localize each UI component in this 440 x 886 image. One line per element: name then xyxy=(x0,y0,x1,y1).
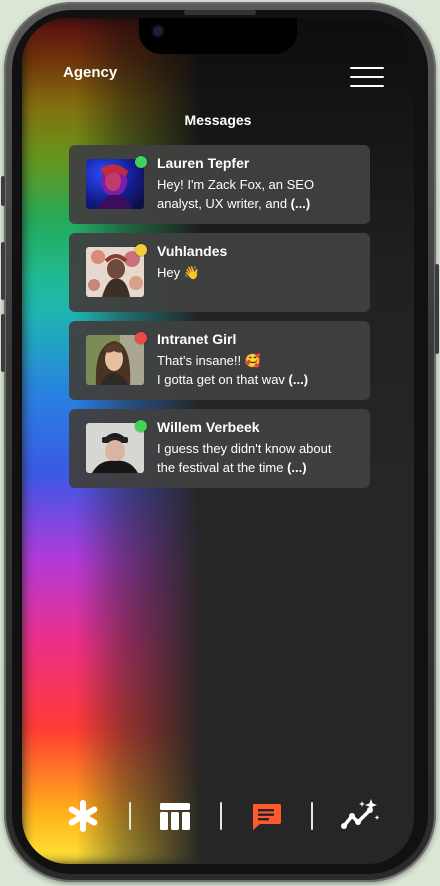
more-indicator: (...) xyxy=(290,196,311,211)
avatar xyxy=(86,159,144,209)
page-title: Messages xyxy=(184,112,252,128)
message-line: That's insane!! 🥰 xyxy=(157,353,261,368)
camera-icon xyxy=(153,26,163,36)
tab-divider xyxy=(220,802,222,830)
message-text: I gotta get on that wav xyxy=(157,372,289,387)
asterisk-icon xyxy=(68,800,98,832)
side-button xyxy=(1,242,5,300)
status-indicator xyxy=(135,244,147,256)
side-button xyxy=(1,176,5,206)
message-line: the festival at the time (...) xyxy=(157,458,362,477)
tab-divider xyxy=(311,802,313,830)
sparkle-chart-icon xyxy=(341,799,380,829)
tab-home[interactable] xyxy=(65,798,101,834)
message-preview: Hey! I'm Zack Fox, an SEO analyst, UX wr… xyxy=(157,175,362,213)
message-card[interactable]: Willem Verbeek I guess they didn't know … xyxy=(69,409,370,488)
message-text: the festival at the time xyxy=(157,460,288,475)
more-indicator: (...) xyxy=(287,460,307,475)
message-card[interactable]: Lauren Tepfer Hey! I'm Zack Fox, an SEO … xyxy=(69,145,370,224)
menu-line xyxy=(350,67,384,69)
message-text: analyst, UX writer, and xyxy=(157,196,291,211)
brand-label[interactable]: Agency xyxy=(63,64,117,81)
app-screen: Agency Messages Lauren Tepfer Hey! I'm Z… xyxy=(22,18,414,864)
side-button xyxy=(435,264,439,354)
message-line: I guess they didn't know about xyxy=(157,441,332,456)
notch xyxy=(139,18,297,54)
message-line: analyst, UX writer, and (...) xyxy=(157,194,362,213)
speaker-grille xyxy=(184,10,256,15)
contact-name: Willem Verbeek xyxy=(157,419,260,435)
status-indicator xyxy=(135,420,147,432)
status-indicator xyxy=(135,156,147,168)
chat-icon xyxy=(253,804,281,830)
avatar xyxy=(86,335,144,385)
contact-name: Lauren Tepfer xyxy=(157,155,250,171)
tab-messages[interactable] xyxy=(248,798,284,834)
menu-line xyxy=(350,76,384,78)
message-line: Hey 👋 xyxy=(157,265,200,280)
message-line: I gotta get on that wav (...) xyxy=(157,370,362,389)
message-preview: That's insane!! 🥰 I gotta get on that wa… xyxy=(157,351,362,389)
message-preview: I guess they didn't know about the festi… xyxy=(157,439,362,477)
tab-analytics[interactable] xyxy=(340,798,380,834)
message-line: Hey! I'm Zack Fox, an SEO xyxy=(157,177,315,192)
side-button xyxy=(1,314,5,372)
tab-divider xyxy=(129,802,131,830)
message-card[interactable]: Intranet Girl That's insane!! 🥰 I gotta … xyxy=(69,321,370,400)
more-indicator: (...) xyxy=(288,372,309,387)
contact-name: Intranet Girl xyxy=(157,331,237,347)
avatar xyxy=(86,423,144,473)
hamburger-menu-button[interactable] xyxy=(350,67,384,87)
tab-bar xyxy=(22,794,414,838)
message-card[interactable]: Vuhlandes Hey 👋 xyxy=(69,233,370,312)
avatar xyxy=(86,247,144,297)
status-indicator xyxy=(135,332,147,344)
tab-board[interactable] xyxy=(157,798,193,834)
message-preview: Hey 👋 xyxy=(157,263,362,282)
contact-name: Vuhlandes xyxy=(157,243,228,259)
menu-line xyxy=(350,85,384,87)
table-icon xyxy=(160,803,190,830)
